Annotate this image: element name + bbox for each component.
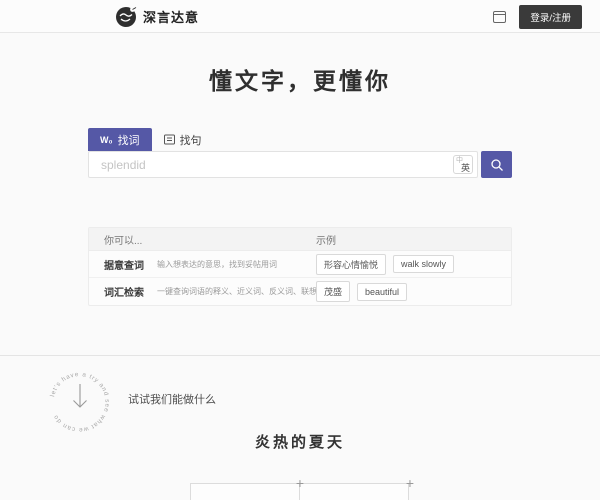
tab-find-words-label: 找词 xyxy=(118,132,140,148)
example-phrase-title: 炎热的夏天 xyxy=(0,431,600,452)
feature-description: 一键查询词语的释义、近义词、反义词、联想词等 xyxy=(157,286,333,297)
login-register-button[interactable]: 登录/注册 xyxy=(519,5,582,29)
feature-name: 词汇检索 xyxy=(104,284,149,299)
wantwords-icon: W₀ xyxy=(100,135,113,145)
feature-name: 据意查词 xyxy=(104,257,149,272)
tab-find-sentences-label: 找句 xyxy=(180,132,202,148)
header: 深言达意 登录/注册 xyxy=(0,0,600,33)
corner-plus-decoration: + xyxy=(296,476,304,490)
language-primary-label: 英 xyxy=(461,163,470,173)
column-header-actions: 你可以... xyxy=(89,232,316,247)
example-chip[interactable]: beautiful xyxy=(357,283,407,301)
demo-card[interactable] xyxy=(299,483,409,500)
search-mode-tabs: W₀ 找词 找句 xyxy=(88,128,214,151)
tab-find-sentences[interactable]: 找句 xyxy=(152,128,214,151)
feature-description: 输入想表达的意思，找到妥帖用词 xyxy=(157,259,277,270)
tab-find-words[interactable]: W₀ 找词 xyxy=(88,128,152,151)
magnifier-icon xyxy=(490,158,504,172)
logo-icon xyxy=(115,6,137,28)
corner-plus-decoration: + xyxy=(406,476,414,490)
table-row: 据意查词 输入想表达的意思，找到妥帖用词 形容心情愉悦 walk slowly xyxy=(89,251,511,278)
example-chip[interactable]: 形容心情愉悦 xyxy=(316,254,386,275)
page-title: 懂文字，更懂你 xyxy=(0,62,600,96)
scroll-down-arrow-icon: let's have a try and see what we can do xyxy=(40,357,120,437)
shenyandayi-homepage: 深言达意 登录/注册 懂文字，更懂你 W₀ 找词 找句 xyxy=(0,0,600,500)
search-bar: 中 英 xyxy=(88,151,512,178)
search-input[interactable] xyxy=(89,152,477,177)
demo-card[interactable] xyxy=(190,483,300,500)
header-actions: 登录/注册 xyxy=(493,0,582,33)
logo-text: 深言达意 xyxy=(143,7,199,26)
search-button[interactable] xyxy=(481,151,512,178)
guide-table: 你可以... 示例 据意查词 输入想表达的意思，找到妥帖用词 形容心情愉悦 wa… xyxy=(88,227,512,306)
wantquotes-icon xyxy=(164,134,175,145)
language-toggle-icon[interactable]: 中 英 xyxy=(453,155,473,174)
guide-table-header: 你可以... 示例 xyxy=(89,228,511,251)
logo[interactable]: 深言达意 xyxy=(115,0,199,33)
section-divider xyxy=(0,355,600,356)
browser-window-icon[interactable] xyxy=(493,11,506,23)
table-row: 词汇检索 一键查询词语的释义、近义词、反义词、联想词等 茂盛 beautiful xyxy=(89,278,511,305)
example-chip[interactable]: 茂盛 xyxy=(316,281,350,302)
column-header-examples: 示例 xyxy=(316,232,511,247)
search-box: 中 英 xyxy=(88,151,478,178)
try-label: 试试我们能做什么 xyxy=(128,391,216,407)
example-chip[interactable]: walk slowly xyxy=(393,255,454,273)
